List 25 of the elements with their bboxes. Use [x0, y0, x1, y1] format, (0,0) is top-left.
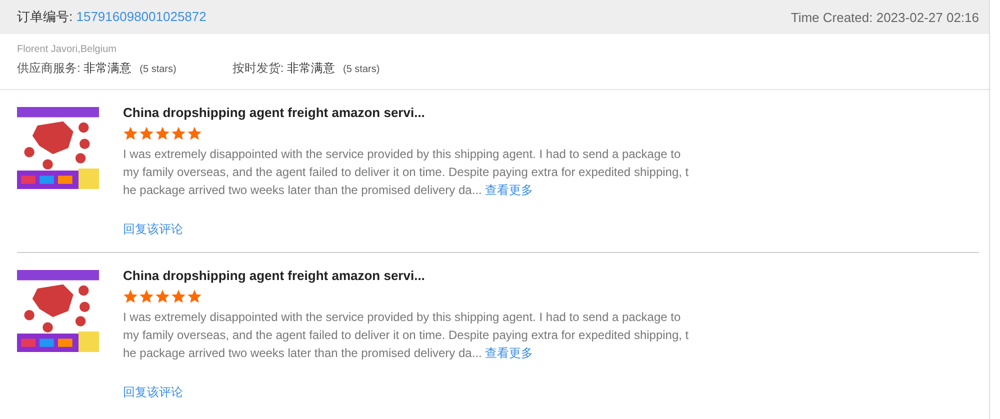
star-icon	[139, 126, 154, 141]
star-icon	[187, 289, 202, 304]
star-icon	[139, 289, 154, 304]
time-created: Time Created: 2023-02-27 02:16	[790, 10, 979, 24]
product-title[interactable]: China dropshipping agent freight amazon servi...	[123, 105, 689, 120]
buyer-name: Florent Javori,Belgium	[16, 43, 118, 55]
rating-stars-text: (5 stars)	[343, 64, 380, 75]
star-icon	[155, 289, 170, 304]
star-icon	[123, 289, 138, 304]
star-icon	[187, 126, 202, 141]
see-more-link[interactable]: 查看更多	[485, 183, 534, 197]
rating-label: 供应商服务: 非常满意	[17, 61, 132, 75]
star-icon	[171, 289, 186, 304]
order-number-label: 订单编号: 157916098001025872	[17, 8, 206, 26]
reply-link[interactable]: 回复该评论	[123, 221, 183, 238]
star-icon	[123, 126, 138, 141]
see-more-link[interactable]: 查看更多	[485, 346, 534, 360]
rating-stars-text: (5 stars)	[140, 64, 176, 75]
star-icon	[171, 126, 186, 141]
product-title[interactable]: China dropshipping agent freight amazon servi...	[123, 268, 689, 283]
star-icon	[155, 126, 170, 141]
reply-link[interactable]: 回复该评论	[123, 384, 183, 401]
review-text: I was extremely disappointed with the service provided by this shipping agent. I had to send a package to my family overseas, and the agent failed to deliver it on time. Despite paying extra for expedited shipping, t he package arrived two weeks later than the promised delivery da... 查看更多	[123, 309, 689, 362]
review-text: I was extremely disappointed with the service provided by this shipping agent. I had to send a package to my family overseas, and the agent failed to deliver it on time. Despite paying extra for expedited shipping, t he package arrived two weeks later than the promised delivery da... 查看更多	[123, 146, 689, 199]
rating-label: 按时发货: 非常满意	[232, 61, 336, 75]
